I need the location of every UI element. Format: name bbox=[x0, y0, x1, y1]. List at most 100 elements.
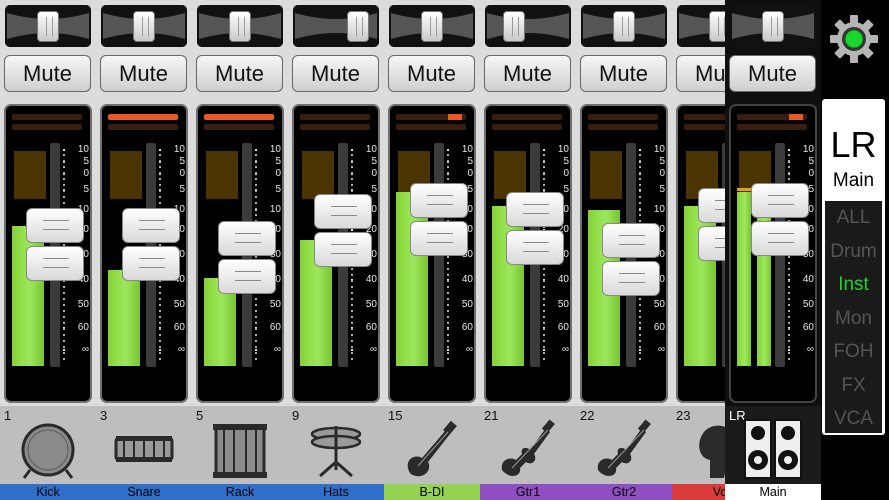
fader-cap-top[interactable] bbox=[314, 194, 372, 230]
channel-name[interactable]: Gtr2 bbox=[576, 484, 672, 500]
channel-name[interactable]: Hats bbox=[288, 484, 384, 500]
fader-handle[interactable] bbox=[218, 221, 276, 299]
channel-info[interactable]: 5 bbox=[192, 406, 288, 484]
scale-label: ∞ bbox=[465, 344, 473, 355]
filter-all[interactable]: ALL bbox=[825, 205, 882, 231]
mute-button[interactable]: Mute bbox=[4, 55, 91, 92]
filter-foh[interactable]: FOH bbox=[825, 339, 882, 365]
channel-info[interactable]: 21 bbox=[480, 406, 576, 484]
channel-name[interactable]: Snare bbox=[96, 484, 192, 500]
scale-minor-dot bbox=[788, 160, 790, 162]
pan-knob[interactable] bbox=[347, 11, 370, 42]
pan-control[interactable] bbox=[389, 5, 475, 47]
scale-minor-dot bbox=[543, 298, 545, 300]
fader-cap-top[interactable] bbox=[602, 223, 660, 259]
fader-cap-top[interactable] bbox=[122, 207, 180, 243]
fader-cap-bottom[interactable] bbox=[26, 245, 84, 281]
fader-cap-top[interactable] bbox=[26, 207, 84, 243]
fader-cap-bottom[interactable] bbox=[122, 245, 180, 281]
pan-control[interactable] bbox=[101, 5, 187, 47]
scale-minor-dot bbox=[543, 340, 545, 342]
channel-info[interactable]: 1 bbox=[0, 406, 96, 484]
scale-minor-dot bbox=[447, 292, 449, 294]
pan-knob[interactable] bbox=[613, 11, 635, 42]
fader-cap-top[interactable] bbox=[751, 183, 809, 219]
scale-minor-dot bbox=[63, 340, 65, 342]
scale-minor-dot bbox=[63, 352, 65, 354]
mute-button[interactable]: Mute bbox=[100, 55, 187, 92]
pan-control[interactable] bbox=[581, 5, 667, 47]
mute-button[interactable]: Mute bbox=[729, 55, 816, 92]
pan-control[interactable] bbox=[5, 5, 91, 47]
filter-fx[interactable]: FX bbox=[825, 373, 882, 399]
pan-knob[interactable] bbox=[229, 11, 251, 42]
clip-indicator bbox=[108, 124, 178, 130]
pan-control[interactable] bbox=[197, 5, 283, 47]
scale-minor-dot bbox=[351, 328, 353, 330]
fader-handle[interactable] bbox=[122, 207, 180, 286]
fader-cap-bottom[interactable] bbox=[602, 261, 660, 297]
filter-mon[interactable]: Mon bbox=[825, 306, 882, 332]
mute-button[interactable]: Mute bbox=[196, 55, 283, 92]
fader-handle[interactable] bbox=[602, 223, 660, 301]
pan-control[interactable] bbox=[730, 5, 816, 47]
channel-name[interactable]: Rack bbox=[192, 484, 288, 500]
mute-button[interactable]: Mute bbox=[388, 55, 475, 92]
scale-dot bbox=[543, 349, 545, 351]
scale-dot bbox=[447, 149, 449, 151]
channel-info[interactable]: 15 bbox=[384, 406, 480, 484]
fader-cap-bottom[interactable] bbox=[314, 232, 372, 268]
mute-button[interactable]: Mute bbox=[484, 55, 571, 92]
fader-handle[interactable] bbox=[26, 207, 84, 286]
snare-drum-icon bbox=[114, 436, 174, 462]
fader-cap-bottom[interactable] bbox=[506, 230, 564, 266]
pan-knob[interactable] bbox=[421, 11, 443, 42]
scale-dot bbox=[351, 149, 353, 151]
channel-name[interactable]: Gtr1 bbox=[480, 484, 576, 500]
mute-button[interactable]: Mute bbox=[292, 55, 379, 92]
channel-name[interactable]: Kick bbox=[0, 484, 96, 500]
fader-handle[interactable] bbox=[506, 192, 564, 270]
filter-drum[interactable]: Drum bbox=[825, 239, 882, 265]
scale-minor-dot bbox=[447, 352, 449, 354]
pan-knob[interactable] bbox=[37, 11, 59, 42]
pan-knob[interactable] bbox=[502, 11, 525, 42]
clip-indicator bbox=[300, 124, 370, 130]
channel-info[interactable]: LR bbox=[725, 406, 821, 484]
filter-inst[interactable]: Inst bbox=[825, 272, 882, 298]
clip-indicator bbox=[588, 114, 658, 120]
main-strip: Mute10505102030405060∞LRMain bbox=[725, 0, 821, 500]
fader-cap-bottom[interactable] bbox=[410, 221, 468, 257]
fader-handle[interactable] bbox=[410, 183, 468, 261]
channel-info[interactable]: 3 bbox=[96, 406, 192, 484]
scale-dot bbox=[543, 149, 545, 151]
scale-minor-dot bbox=[63, 298, 65, 300]
scale-label: 50 bbox=[461, 299, 473, 310]
scale-label: 5 bbox=[179, 184, 185, 195]
fader-handle[interactable] bbox=[314, 194, 372, 272]
pan-knob[interactable] bbox=[133, 11, 155, 42]
filter-vca[interactable]: VCA bbox=[825, 406, 882, 432]
pan-control[interactable] bbox=[293, 5, 379, 47]
channel-info[interactable]: 9 bbox=[288, 406, 384, 484]
fader-cap-bottom[interactable] bbox=[751, 221, 809, 257]
channel-name[interactable]: Main bbox=[725, 484, 821, 500]
scale-dot bbox=[788, 149, 790, 151]
scale-minor-dot bbox=[447, 316, 449, 318]
mute-button[interactable]: Mute bbox=[580, 55, 667, 92]
fader-cap-bottom[interactable] bbox=[218, 259, 276, 295]
fader-handle[interactable] bbox=[751, 183, 809, 261]
channel-name[interactable]: B-DI bbox=[384, 484, 480, 500]
scale-minor-dot bbox=[543, 322, 545, 324]
fader-cap-top[interactable] bbox=[218, 221, 276, 257]
main-bus-panel[interactable]: LR Main ALL Drum Inst Mon FOH FX VCA bbox=[822, 99, 885, 435]
pan-knob[interactable] bbox=[762, 11, 784, 42]
scale-minor-dot bbox=[788, 340, 790, 342]
pan-control[interactable] bbox=[485, 5, 571, 47]
scale-minor-dot bbox=[447, 154, 449, 156]
settings-gear-icon[interactable] bbox=[827, 12, 881, 66]
fader-cap-top[interactable] bbox=[506, 192, 564, 228]
scale-minor-dot bbox=[255, 178, 257, 180]
fader-cap-top[interactable] bbox=[410, 183, 468, 219]
channel-info[interactable]: 22 bbox=[576, 406, 672, 484]
